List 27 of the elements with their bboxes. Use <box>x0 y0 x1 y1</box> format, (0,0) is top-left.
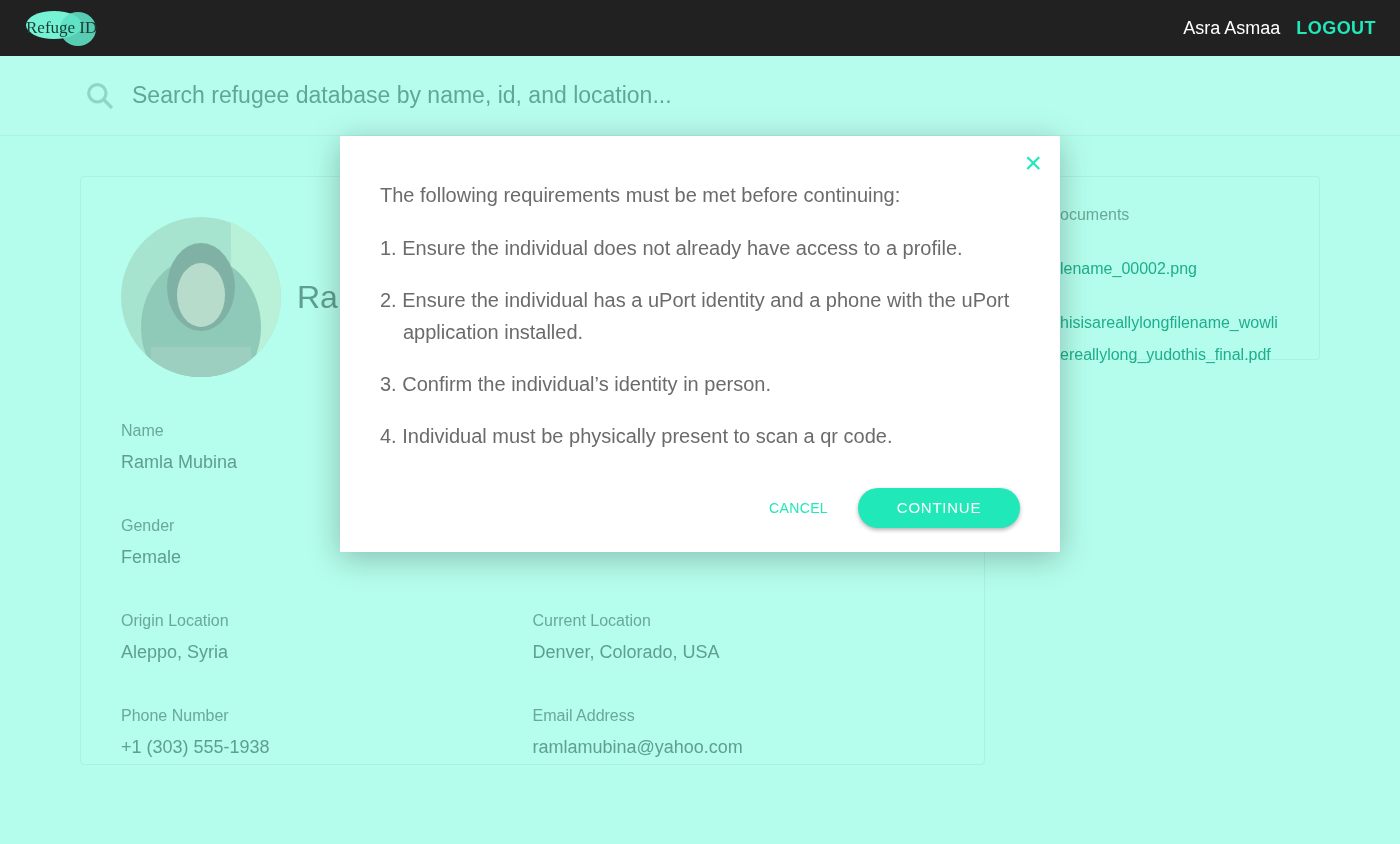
document-link[interactable]: hisisareallylongfilename_wowli ereallylong_yudothis_final.pdf <box>1060 307 1319 371</box>
requirement-item: 2. Ensure the individual has a uPort identity and a phone with the uPort application installed. <box>380 288 1011 345</box>
search-field[interactable]: Search refugee database by name, id, and location... <box>132 78 932 113</box>
field-label: Gender <box>121 516 175 536</box>
field-label: Origin Location <box>121 611 229 631</box>
field-value: Ramla Mubina <box>121 451 238 474</box>
close-button[interactable]: × <box>1024 148 1042 178</box>
field-value: ramlamubina@yahoo.com <box>532 736 743 759</box>
profile-name: Ra <box>297 278 338 317</box>
requirement-item: 3. Confirm the individual’s identity in person. <box>380 372 772 397</box>
requirement-item: 4. Individual must be physically present to scan a qr code. <box>380 424 894 449</box>
requirement-item: 1. Ensure the individual does not already have access to a profile. <box>380 236 964 261</box>
logout-link[interactable]: LOGOUT <box>1296 14 1376 42</box>
field-label: Name <box>121 421 164 441</box>
field-value: +1 (303) 555-1938 <box>121 736 270 759</box>
dialog-intro: The following requirements must be met before continuing: <box>380 183 902 208</box>
user-name: Asra Asmaa <box>1183 16 1281 40</box>
document-link[interactable]: lename_00002.png <box>1060 253 1319 285</box>
field-value: Aleppo, Syria <box>121 641 229 664</box>
documents-title: ocuments <box>1060 205 1131 225</box>
cancel-button[interactable]: CANCEL <box>761 489 836 527</box>
field-label: Email Address <box>532 706 635 726</box>
continue-button[interactable]: CONTINUE <box>858 488 1020 528</box>
field-value: Denver, Colorado, USA <box>532 641 720 664</box>
field-label: Current Location <box>532 611 651 631</box>
field-value: Female <box>121 546 182 569</box>
field-label: Phone Number <box>121 706 229 726</box>
